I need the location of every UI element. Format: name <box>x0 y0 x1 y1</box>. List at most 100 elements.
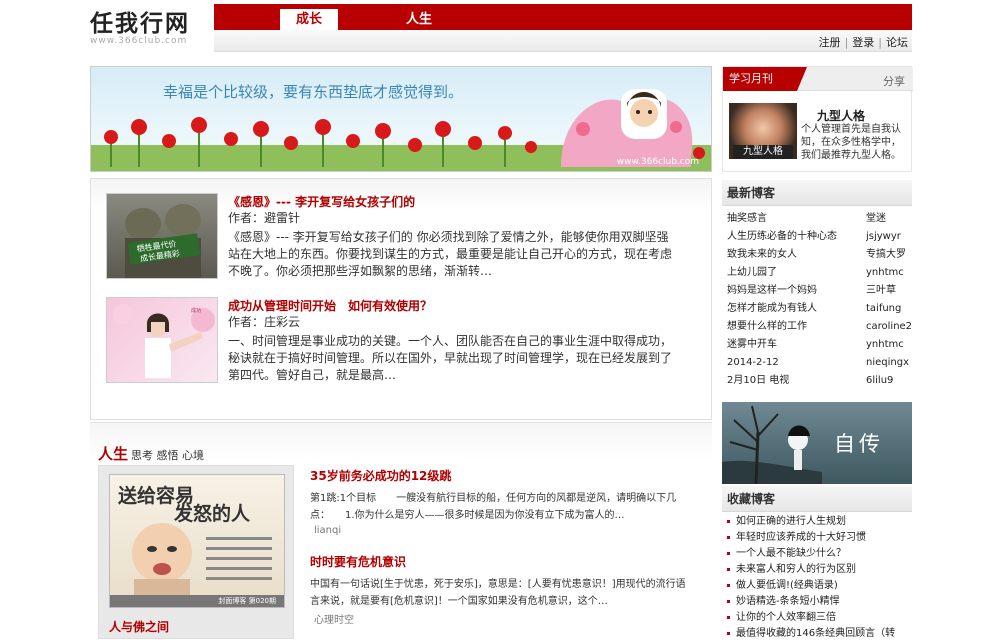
blog-title[interactable]: 妈妈是这样一个妈妈 <box>727 285 817 296</box>
blog-title[interactable]: 上幼儿园了 <box>727 267 777 278</box>
share-link[interactable]: 分享 <box>883 73 905 89</box>
article-title[interactable]: 成功从管理时间开始 如何有效使用？ <box>228 297 432 314</box>
separator: | <box>844 36 849 49</box>
user-links: 注册 | 登录 | 论坛 <box>819 34 908 50</box>
favorite-row[interactable]: 最值得收藏的146条经典回顾言（转 <box>727 626 912 642</box>
blog-author[interactable]: caroline2 <box>866 318 912 336</box>
life-item-title[interactable]: 35岁前务必成功的12级跳 <box>310 469 451 483</box>
blog-author[interactable]: 专搞大罗 <box>866 246 912 264</box>
article-author: 作者：避雷针 <box>228 211 301 225</box>
blog-row[interactable]: 想要什么样的工作 caroline2 <box>727 318 912 336</box>
login-link[interactable]: 登录 <box>852 36 874 49</box>
book-caption[interactable]: 人与佛之间 <box>109 618 169 635</box>
article-summary: 一、时间管理是事业成功的关键。一个人、团队能否在自己的事业生涯中取得成功，秘诀就… <box>228 334 673 382</box>
life-item-title[interactable]: 时时要有危机意识 <box>310 555 406 569</box>
blog-title[interactable]: 迷雾中开车 <box>727 339 777 350</box>
blog-row[interactable]: 上幼儿园了 ynhtmc <box>727 264 912 282</box>
life-item-desc: 中国有一句话说[生于忧患，死于安乐]，意思是：[人要有忧患意识！]用现代的流行语… <box>310 579 686 607</box>
banner-quote: 幸福是个比较级，要有东西垫底才感觉得到。 <box>163 83 464 101</box>
article-title[interactable]: 《感恩》--- 李开复写给女孩子们的 <box>228 193 415 210</box>
blog-author[interactable]: ynhtmc <box>866 336 912 354</box>
favorite-row[interactable]: 做人要低调!(经典语录) <box>727 578 912 594</box>
favorite-title[interactable]: 让你的个人效率翻三倍 <box>736 612 836 623</box>
life-item-desc: 第1跳:1个目标 一艘没有航行目标的船，任何方向的风都是逆风，请明确以下几点： … <box>310 493 677 521</box>
favorite-title[interactable]: 妙语精选-条条短小精悍 <box>736 596 840 607</box>
book-cover[interactable]: 送给容易 发怒的人 封面博客 第020期 <box>109 474 285 608</box>
header: 任我行网 www.366club.com 成长 人生 注册 | 登录 | 论坛 <box>0 0 1000 56</box>
favorite-row[interactable]: 未来富人和穷人的行为区别 <box>727 562 912 578</box>
logo-url: www.366club.com <box>90 36 188 46</box>
life-section: 人生 思考 感悟 心境 送给容易 发怒的人 封面博客 第020期 人与佛之间 35… <box>90 422 712 639</box>
tab-study-monthly[interactable]: 学习月刊 <box>723 67 807 91</box>
blog-title[interactable]: 想要什么样的工作 <box>727 321 807 332</box>
life-item-author[interactable]: 心理时空 <box>310 611 690 626</box>
blog-row[interactable]: 2月10日 电视 6lilu9 <box>727 372 912 390</box>
blog-row[interactable]: 致我未来的女人 专搞大罗 <box>727 246 912 264</box>
favorite-row[interactable]: 一个人最不能缺少什么？ <box>727 546 912 562</box>
logo-title: 任我行网 <box>90 10 190 37</box>
favorite-row[interactable]: 让你的个人效率翻三倍 <box>727 610 912 626</box>
autobiography-banner[interactable]: 自传 <box>722 402 912 484</box>
blog-row[interactable]: 妈妈是这样一个妈妈 三叶草 <box>727 282 912 300</box>
blog-author[interactable]: 堂迷 <box>866 210 912 228</box>
main-nav: 成长 人生 <box>214 4 912 30</box>
life-subtitle: 思考 感悟 心境 <box>131 449 205 462</box>
life-item-author[interactable]: lianqi <box>310 525 690 536</box>
forum-link[interactable]: 论坛 <box>886 36 908 49</box>
favorite-row[interactable]: 如何正确的进行人生规划 <box>727 514 912 530</box>
tab-life[interactable]: 人生 <box>390 9 448 30</box>
article-thumbnail[interactable]: 牺牲最代价 成长最精彩 <box>106 193 218 279</box>
favorite-title[interactable]: 未来富人和穷人的行为区别 <box>736 564 856 575</box>
favorite-title[interactable]: 做人要低调!(经典语录) <box>736 580 838 591</box>
banner[interactable]: 幸福是个比较级，要有东西垫底才感觉得到。 www.366club.com <box>90 66 712 172</box>
featured-articles: 牺牲最代价 成长最精彩 《感恩》--- 李开复写给女孩子们的 作者：避雷针 《感… <box>90 178 712 420</box>
book-footer: 封面博客 第020期 <box>110 595 284 607</box>
autobiography-text: 自传 <box>834 432 884 456</box>
life-heading: 人生 思考 感悟 心境 <box>98 443 204 464</box>
favorite-row[interactable]: 妙语精选-条条短小精悍 <box>727 594 912 610</box>
favorite-row[interactable]: 年轻时应该养成的十大好习惯 <box>727 530 912 546</box>
blog-row[interactable]: 怎样才能成为有钱人 taifung <box>727 300 912 318</box>
enneagram-image-label: 九型人格 <box>733 145 793 159</box>
favorite-title[interactable]: 一个人最不能缺少什么？ <box>736 548 846 559</box>
banner-watermark: www.366club.com <box>616 157 699 167</box>
svg-text:成功: 成功 <box>191 307 201 314</box>
blog-row[interactable]: 抽奖感言 堂迷 <box>727 210 912 228</box>
favorite-title[interactable]: 如何正确的进行人生规划 <box>736 516 846 527</box>
blog-title[interactable]: 致我未来的女人 <box>727 249 797 260</box>
bullet-icon <box>727 631 730 635</box>
separator: | <box>878 36 882 49</box>
life-item: 35岁前务必成功的12级跳 第1跳:1个目标 一艘没有航行目标的船，任何方向的风… <box>310 467 690 536</box>
site-logo[interactable]: 任我行网 www.366club.com <box>90 4 210 48</box>
blog-author[interactable]: nieqingx <box>866 354 912 372</box>
article-thumbnail[interactable]: 成功 <box>106 297 218 383</box>
register-link[interactable]: 注册 <box>819 36 841 49</box>
blog-title[interactable]: 人生历练必备的十种心态 <box>727 231 837 242</box>
blog-author[interactable]: 三叶草 <box>866 282 912 300</box>
blog-row[interactable]: 迷雾中开车 ynhtmc <box>727 336 912 354</box>
blog-row[interactable]: 人生历练必备的十种心态 jsjywyr <box>727 228 912 246</box>
blog-title[interactable]: 2014-2-12 <box>727 357 779 368</box>
blog-title[interactable]: 怎样才能成为有钱人 <box>727 303 817 314</box>
blog-author[interactable]: ynhtmc <box>866 264 912 282</box>
favorite-title[interactable]: 最值得收藏的146条经典回顾言（转 <box>736 628 895 639</box>
blog-author[interactable]: taifung <box>866 300 912 318</box>
newest-blogs-heading: 最新博客 <box>722 180 912 206</box>
study-tab-bar: 学习月刊 分享 <box>723 67 913 91</box>
bullet-icon <box>727 551 730 555</box>
tab-growth[interactable]: 成长 <box>280 9 338 30</box>
article-author: 作者：庄彩云 <box>228 315 301 329</box>
life-title[interactable]: 人生 <box>98 445 128 463</box>
blog-author[interactable]: 6lilu9 <box>866 372 912 390</box>
favorite-blogs-heading: 收藏博客 <box>722 486 912 512</box>
bullet-icon <box>727 599 730 603</box>
article-summary: 《感恩》--- 李开复写给女孩子们的 你必须找到除了爱情之外，能够使你用双脚坚强… <box>228 230 673 278</box>
bullet-icon <box>727 583 730 587</box>
blog-author[interactable]: jsjywyr <box>866 228 912 246</box>
blog-title[interactable]: 2月10日 电视 <box>727 375 789 386</box>
blog-title[interactable]: 抽奖感言 <box>727 213 767 224</box>
favorite-title[interactable]: 年轻时应该养成的十大好习惯 <box>736 532 866 543</box>
study-title[interactable]: 九型人格 <box>817 107 865 124</box>
blog-row[interactable]: 2014-2-12 nieqingx <box>727 354 912 372</box>
favorite-blogs-box: 收藏博客 如何正确的进行人生规划 年轻时应该养成的十大好习惯 一个人最不能缺少什… <box>722 486 912 639</box>
